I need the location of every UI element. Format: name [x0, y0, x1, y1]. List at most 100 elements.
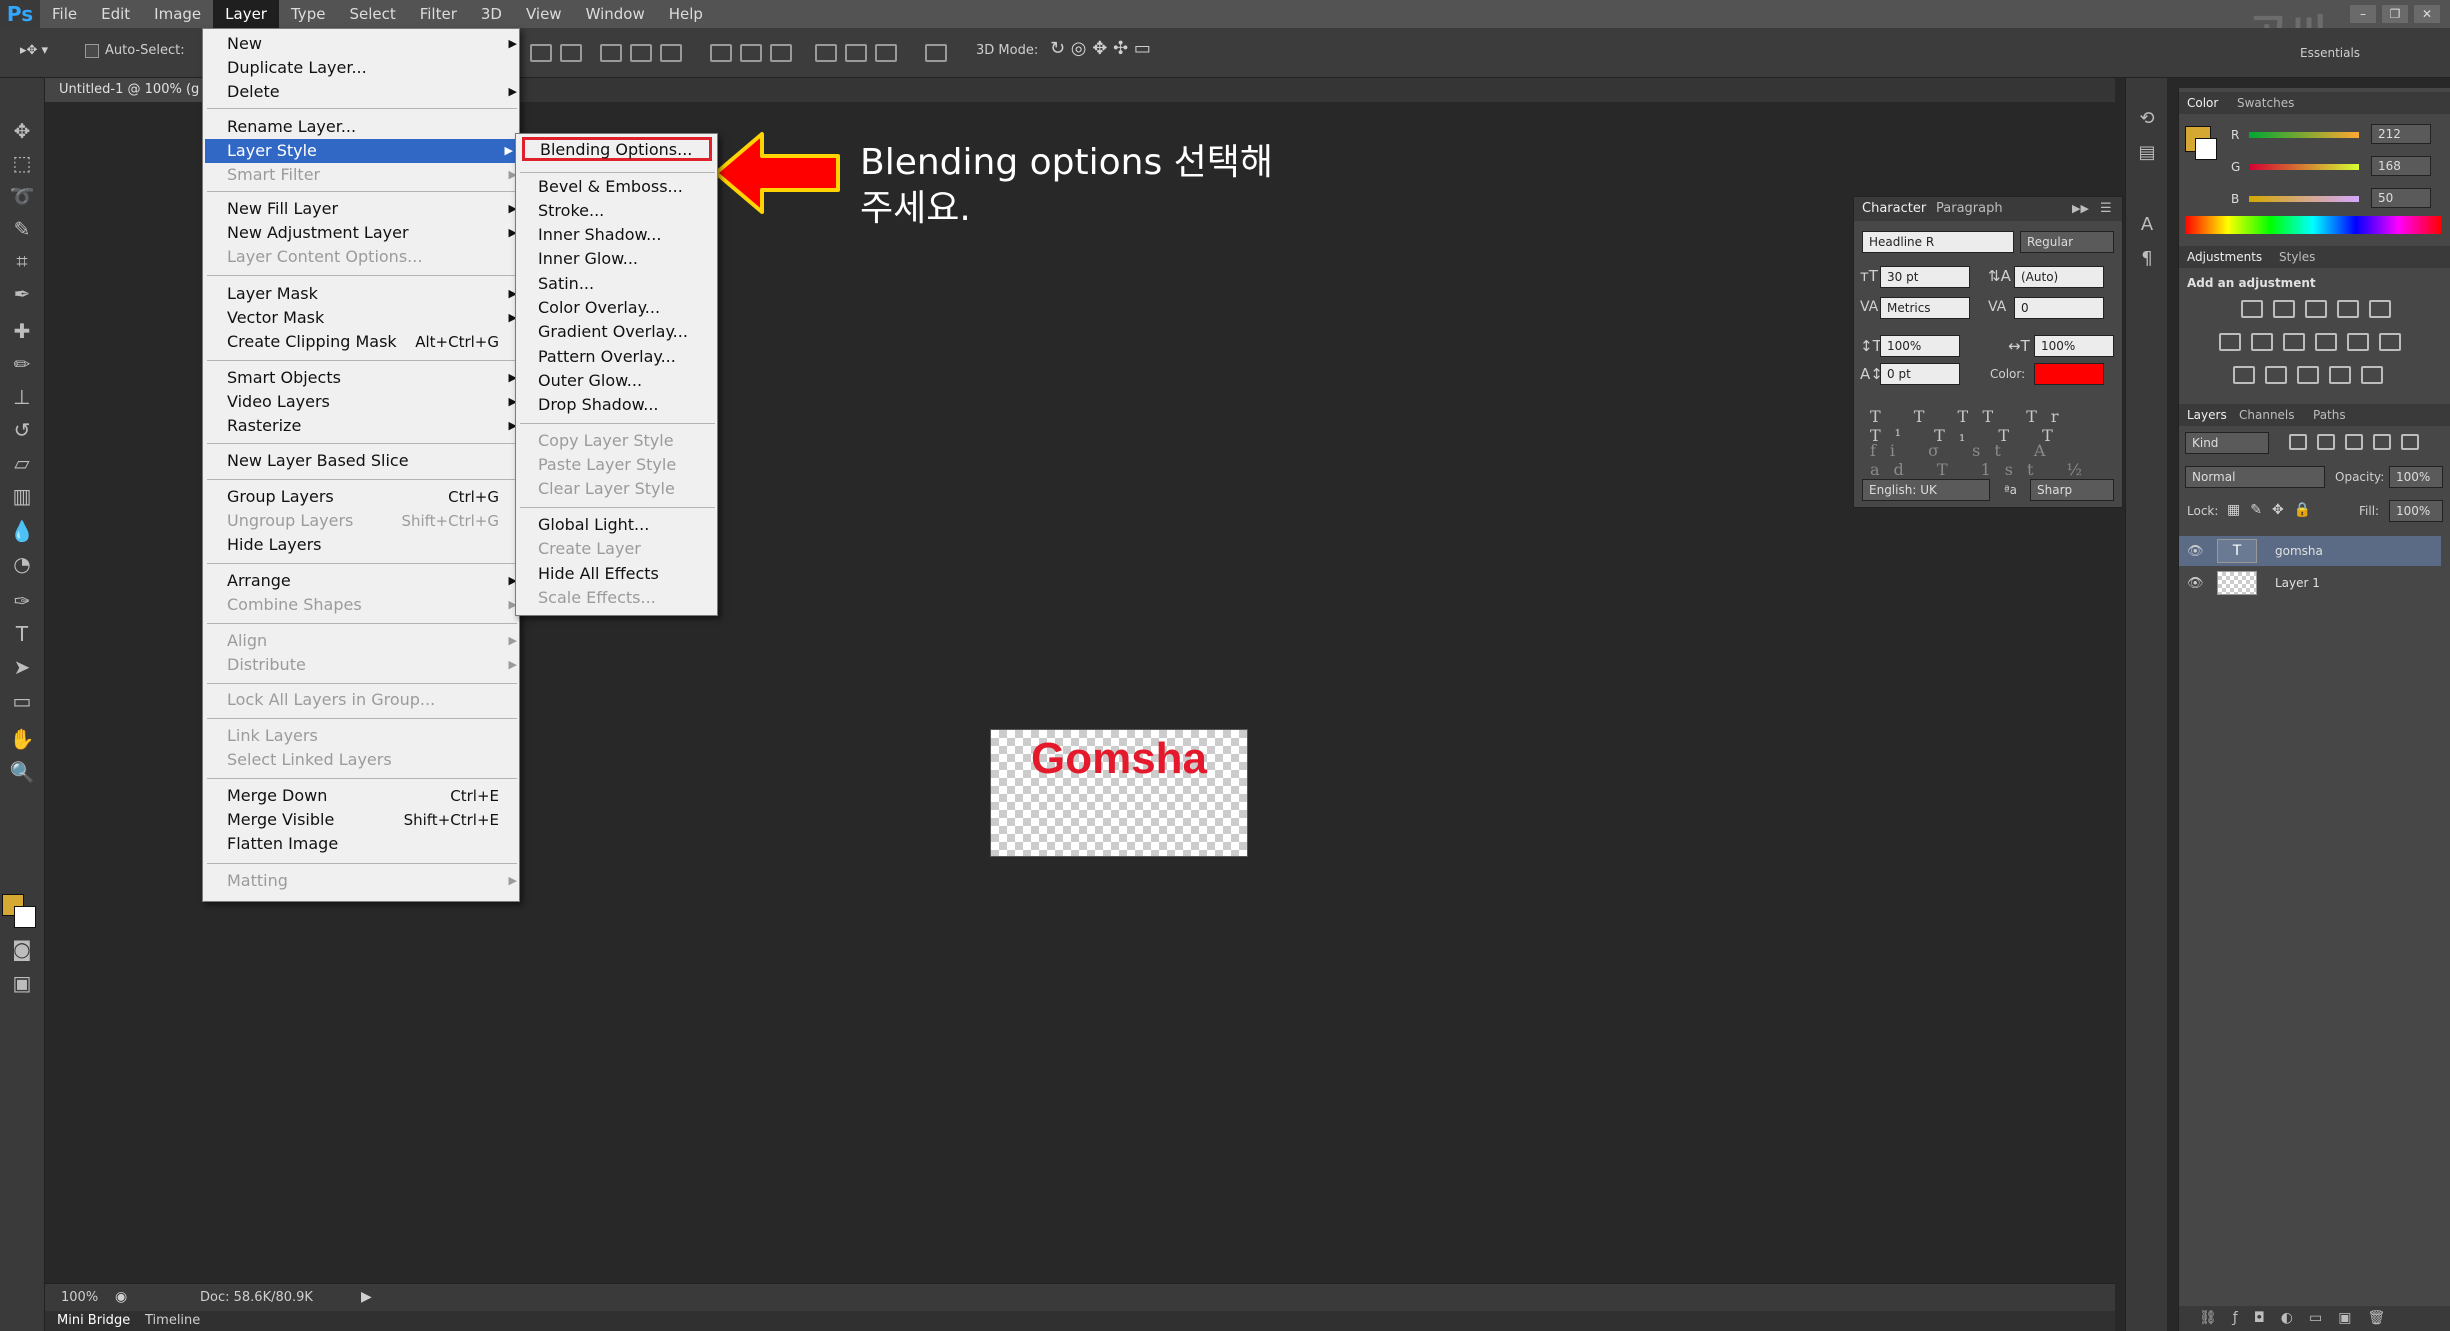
menu-item-duplicate-layer[interactable]: Duplicate Layer... — [227, 56, 517, 80]
menu-item-inner-glow[interactable]: Inner Glow... — [538, 247, 714, 271]
menu-select[interactable]: Select — [337, 0, 407, 28]
blur-tool-icon[interactable]: 💧 — [9, 518, 35, 544]
type-style-buttons[interactable]: T T TT Tr T¹ T₁ T T — [1870, 407, 2122, 445]
tab-mini-bridge[interactable]: Mini Bridge — [57, 1313, 130, 1328]
distribute-icon[interactable] — [770, 44, 792, 62]
filter-type-icon[interactable] — [2345, 434, 2363, 450]
align-icon[interactable] — [660, 44, 682, 62]
color-balance-adjustment-icon[interactable] — [2251, 333, 2273, 351]
menu-item-blending-options[interactable]: Blending Options... — [522, 137, 712, 161]
brush-tool-icon[interactable]: ✏ — [9, 351, 35, 377]
menu-item-distribute[interactable]: Distribute ▶ — [227, 653, 517, 677]
tab-swatches[interactable]: Swatches — [2237, 96, 2294, 110]
menu-item-vector-mask[interactable]: Vector Mask ▶ — [227, 306, 517, 330]
zoom-tool-icon[interactable]: 🔍 — [9, 759, 35, 785]
distribute-icon[interactable] — [875, 44, 897, 62]
opentype-buttons[interactable]: fi σ st A ad T 1st ½ — [1870, 441, 2122, 479]
screen-mode-icon[interactable]: ▣ — [9, 970, 35, 996]
menu-item-create-layer[interactable]: Create Layer — [538, 537, 714, 561]
menu-item-inner-shadow[interactable]: Inner Shadow... — [538, 223, 714, 247]
language-select[interactable]: English: UK — [1862, 479, 1990, 501]
filter-pixel-icon[interactable] — [2289, 434, 2307, 450]
blue-value[interactable]: 50 — [2371, 188, 2431, 208]
menu-item-color-overlay[interactable]: Color Overlay... — [538, 296, 714, 320]
brightness-adjustment-icon[interactable] — [2241, 300, 2263, 318]
menu-item-drop-shadow[interactable]: Drop Shadow... — [538, 393, 714, 417]
green-slider[interactable] — [2249, 164, 2359, 170]
tab-timeline[interactable]: Timeline — [145, 1313, 200, 1328]
document-tab[interactable]: Untitled-1 @ 100% (g — [45, 78, 214, 102]
invert-adjustment-icon[interactable] — [2233, 366, 2255, 384]
menu-item-align[interactable]: Align ▶ — [227, 629, 517, 653]
hue-saturation-adjustment-icon[interactable] — [2219, 333, 2241, 351]
menu-item-video-layers[interactable]: Video Layers ▶ — [227, 390, 517, 414]
menu-item-outer-glow[interactable]: Outer Glow... — [538, 369, 714, 393]
menu-item-smart-objects[interactable]: Smart Objects ▶ — [227, 366, 517, 390]
menu-item-merge-down[interactable]: Merge Down Ctrl+E — [227, 784, 517, 808]
photo-filter-adjustment-icon[interactable] — [2315, 333, 2337, 351]
selective-color-adjustment-icon[interactable] — [2329, 366, 2351, 384]
distribute-icon[interactable] — [710, 44, 732, 62]
menu-item-stroke[interactable]: Stroke... — [538, 199, 714, 223]
3d-mode-icons[interactable]: ↻ ◎ ✥ ✣ ▭ — [1050, 38, 1151, 59]
document-canvas[interactable]: Gomsha — [990, 729, 1248, 857]
character-panel-icon[interactable]: A — [2134, 212, 2160, 238]
menu-item-satin[interactable]: Satin... — [538, 272, 714, 296]
type-tool-icon[interactable]: T — [9, 621, 35, 647]
black-white-adjustment-icon[interactable] — [2283, 333, 2305, 351]
auto-align-icon[interactable] — [925, 44, 947, 62]
red-value[interactable]: 212 — [2371, 124, 2431, 144]
tab-paths[interactable]: Paths — [2313, 408, 2346, 422]
quick-select-tool-icon[interactable]: ✎ — [9, 216, 35, 242]
healing-brush-icon[interactable]: ✚ — [9, 318, 35, 344]
vertical-scale-field[interactable]: 100% — [1880, 335, 1960, 357]
menu-item-matting[interactable]: Matting ▶ — [227, 869, 517, 893]
align-icon[interactable] — [560, 44, 582, 62]
menu-item-new-fill-layer[interactable]: New Fill Layer ▶ — [227, 197, 517, 221]
status-menu-arrow-icon[interactable]: ▶ — [361, 1289, 372, 1305]
menu-item-rasterize[interactable]: Rasterize ▶ — [227, 414, 517, 438]
zoom-level[interactable]: 100% — [61, 1290, 98, 1305]
red-slider[interactable] — [2249, 132, 2359, 138]
green-value[interactable]: 168 — [2371, 156, 2431, 176]
pen-tool-icon[interactable]: ✑ — [9, 588, 35, 614]
antialias-select[interactable]: Sharp — [2030, 479, 2114, 501]
menu-item-smart-filter[interactable]: Smart Filter ▶ — [227, 163, 517, 187]
shape-tool-icon[interactable]: ▭ — [9, 688, 35, 714]
vibrance-adjustment-icon[interactable] — [2369, 300, 2391, 318]
close-button[interactable]: ✕ — [2414, 5, 2440, 23]
restore-button[interactable]: ❐ — [2382, 5, 2408, 23]
menu-type[interactable]: Type — [279, 0, 337, 28]
fill-field[interactable]: 100% — [2389, 500, 2443, 522]
menu-item-bevel-emboss[interactable]: Bevel & Emboss... — [538, 175, 714, 199]
minimize-button[interactable]: – — [2350, 5, 2376, 23]
quick-mask-icon[interactable]: ◙ — [9, 936, 35, 962]
eyedropper-tool-icon[interactable]: ✒ — [9, 281, 35, 307]
status-info-icon[interactable]: ◉ — [115, 1289, 127, 1305]
menu-item-hide-all-effects[interactable]: Hide All Effects — [538, 562, 714, 586]
color-bg-swatch[interactable] — [2195, 138, 2217, 160]
menu-window[interactable]: Window — [574, 0, 657, 28]
menu-item-lock-all-layers[interactable]: Lock All Layers in Group... — [227, 688, 517, 712]
blend-mode-select[interactable]: Normal — [2185, 466, 2325, 488]
tab-styles[interactable]: Styles — [2279, 250, 2315, 264]
posterize-adjustment-icon[interactable] — [2265, 366, 2287, 384]
menu-item-global-light[interactable]: Global Light... — [538, 513, 714, 537]
layer-row[interactable]: 👁 T gomsha — [2179, 536, 2441, 566]
crop-tool-icon[interactable]: ⌗ — [9, 248, 35, 274]
color-spectrum-ramp[interactable] — [2185, 216, 2441, 234]
menu-item-delete[interactable]: Delete ▶ — [227, 80, 517, 104]
menu-item-flatten-image[interactable]: Flatten Image — [227, 832, 517, 856]
gradient-map-adjustment-icon[interactable] — [2361, 366, 2383, 384]
text-color-swatch[interactable] — [2034, 363, 2104, 385]
move-tool-icon[interactable]: ✥ — [9, 118, 35, 144]
filter-smart-object-icon[interactable] — [2401, 434, 2419, 450]
tab-adjustments[interactable]: Adjustments — [2187, 250, 2262, 264]
menu-item-new[interactable]: New ▶ — [227, 32, 517, 56]
menu-item-paste-layer-style[interactable]: Paste Layer Style — [538, 453, 714, 477]
properties-panel-icon[interactable]: ▤ — [2134, 140, 2160, 166]
marquee-tool-icon[interactable]: ⬚ — [9, 150, 35, 176]
filter-adjustment-icon[interactable] — [2317, 434, 2335, 450]
stamp-tool-icon[interactable]: ⊥ — [9, 384, 35, 410]
eraser-tool-icon[interactable]: ▱ — [9, 450, 35, 476]
